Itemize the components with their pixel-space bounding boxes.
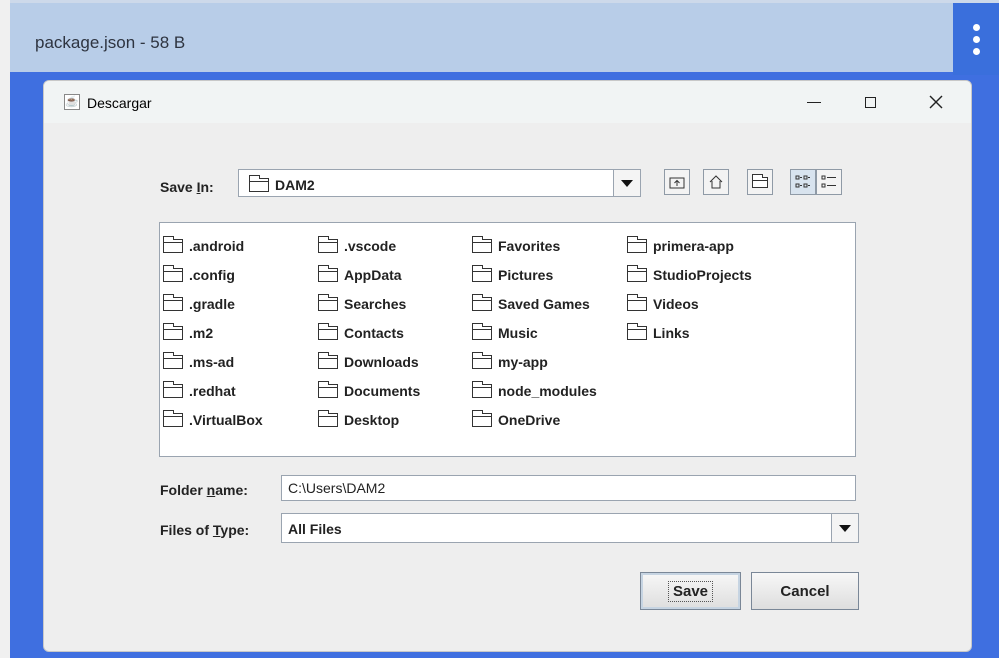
folder-icon <box>249 175 269 192</box>
list-view-button[interactable] <box>790 169 816 195</box>
folder-item[interactable]: .redhat <box>163 376 263 405</box>
maximize-button[interactable] <box>850 87 890 117</box>
dialog-title: Descargar <box>87 95 152 111</box>
close-icon <box>929 95 943 109</box>
folder-item[interactable]: Links <box>627 318 752 347</box>
save-in-combobox[interactable]: DAM2 <box>238 169 641 197</box>
folder-item[interactable]: Favorites <box>472 231 597 260</box>
folder-icon <box>472 351 492 369</box>
up-one-level-button[interactable] <box>664 169 690 195</box>
folder-icon <box>318 235 338 253</box>
folder-icon <box>627 235 647 253</box>
folder-icon <box>318 380 338 398</box>
save-button[interactable]: Save <box>640 572 741 610</box>
folder-icon <box>472 264 492 282</box>
folder-item[interactable]: .VirtualBox <box>163 405 263 434</box>
save-in-value: DAM2 <box>275 177 315 193</box>
files-of-type-value: All Files <box>288 521 342 537</box>
folder-item[interactable]: AppData <box>318 260 420 289</box>
folder-icon <box>163 264 183 282</box>
chevron-down-icon <box>839 524 851 532</box>
folder-icon <box>627 264 647 282</box>
home-button[interactable] <box>703 169 729 195</box>
folder-icon <box>163 235 183 253</box>
folder-item[interactable]: node_modules <box>472 376 597 405</box>
folder-item[interactable]: Documents <box>318 376 420 405</box>
folder-icon <box>472 409 492 427</box>
folder-icon <box>318 322 338 340</box>
save-in-dropdown-arrow[interactable] <box>613 170 640 196</box>
cancel-button[interactable]: Cancel <box>751 572 859 610</box>
folder-icon <box>472 322 492 340</box>
folder-item[interactable]: .m2 <box>163 318 263 347</box>
folder-item[interactable]: OneDrive <box>472 405 597 434</box>
up-folder-icon <box>669 177 685 189</box>
more-options-button[interactable] <box>953 3 999 75</box>
folder-icon <box>472 293 492 311</box>
chevron-down-icon <box>621 179 633 187</box>
folder-item[interactable]: .vscode <box>318 231 420 260</box>
folder-item[interactable]: .ms-ad <box>163 347 263 376</box>
folder-item[interactable]: .gradle <box>163 289 263 318</box>
folder-icon <box>163 380 183 398</box>
folder-icon <box>163 293 183 311</box>
folder-name-label: Folder name: <box>160 482 248 498</box>
dialog-titlebar: ☕ Descargar <box>44 81 971 123</box>
folder-icon <box>318 409 338 427</box>
folder-icon <box>163 409 183 427</box>
close-button[interactable] <box>916 87 956 117</box>
folder-item[interactable]: Music <box>472 318 597 347</box>
folder-item[interactable]: Desktop <box>318 405 420 434</box>
create-new-folder-button[interactable] <box>747 169 773 195</box>
home-icon <box>709 175 723 189</box>
list-view-icon <box>795 175 810 188</box>
folder-icon <box>472 235 492 253</box>
folder-item[interactable]: primera-app <box>627 231 752 260</box>
files-of-type-dropdown-arrow[interactable] <box>831 514 858 542</box>
folder-item[interactable]: StudioProjects <box>627 260 752 289</box>
folder-icon <box>318 351 338 369</box>
file-header-bar: package.json - 58 B <box>10 0 999 75</box>
folder-icon <box>472 380 492 398</box>
folder-item[interactable]: Videos <box>627 289 752 318</box>
folder-item[interactable]: Contacts <box>318 318 420 347</box>
folder-item[interactable]: Saved Games <box>472 289 597 318</box>
minimize-button[interactable] <box>794 87 834 117</box>
folder-item[interactable]: .android <box>163 231 263 260</box>
file-column-2: .vscode AppData Searches Contacts Downlo… <box>318 231 420 434</box>
folder-icon <box>163 322 183 340</box>
folder-item[interactable]: Downloads <box>318 347 420 376</box>
new-folder-icon <box>752 173 768 188</box>
folder-item[interactable]: my-app <box>472 347 597 376</box>
save-in-label: Save In: <box>160 179 214 195</box>
left-edge <box>0 0 10 658</box>
file-list[interactable]: .android .config .gradle .m2 .ms-ad .red… <box>159 222 856 457</box>
folder-icon <box>627 293 647 311</box>
save-dialog: ☕ Descargar Save In: DAM2 .android .conf… <box>43 80 972 652</box>
file-column-4: primera-app StudioProjects Videos Links <box>627 231 752 347</box>
file-title: package.json - 58 B <box>35 33 186 52</box>
folder-item[interactable]: Pictures <box>472 260 597 289</box>
details-view-button[interactable] <box>816 169 842 195</box>
file-column-3: Favorites Pictures Saved Games Music my-… <box>472 231 597 434</box>
file-column-1: .android .config .gradle .m2 .ms-ad .red… <box>163 231 263 434</box>
folder-icon <box>318 264 338 282</box>
minimize-icon <box>807 101 821 103</box>
files-of-type-label: Files of Type: <box>160 522 250 538</box>
folder-name-input[interactable]: C:\Users\DAM2 <box>281 475 856 501</box>
details-view-icon <box>821 175 836 188</box>
java-cup-icon: ☕ <box>64 94 80 110</box>
folder-item[interactable]: .config <box>163 260 263 289</box>
folder-icon <box>163 351 183 369</box>
maximize-icon <box>864 96 876 108</box>
more-vertical-icon <box>972 23 980 31</box>
folder-icon <box>627 322 647 340</box>
folder-item[interactable]: Searches <box>318 289 420 318</box>
folder-icon <box>318 293 338 311</box>
files-of-type-combobox[interactable]: All Files <box>281 513 859 543</box>
